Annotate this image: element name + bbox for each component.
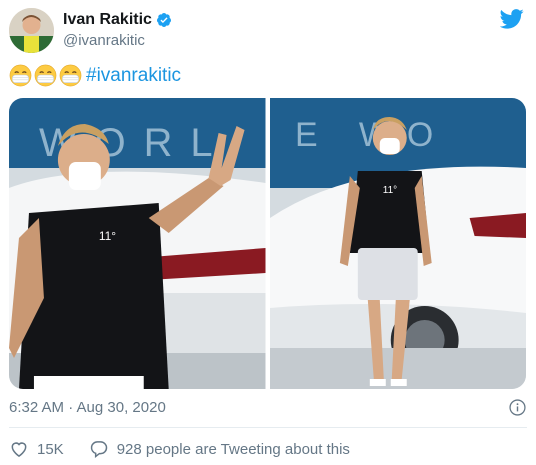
author-name[interactable]: Ivan Rakitic [63, 11, 152, 29]
like-button[interactable]: 15K [9, 439, 64, 459]
author-handle[interactable]: @ivanrakitic [63, 32, 145, 49]
conversation-text: 928 people are Tweeting about this [116, 440, 350, 458]
photo-1-image: WORL 11° [9, 98, 266, 389]
mask-face-emoji-icon [59, 64, 82, 87]
like-count: 15K [37, 440, 64, 458]
svg-text:11°: 11° [99, 229, 116, 243]
hashtag-link[interactable]: #ivanrakitic [86, 65, 181, 87]
twitter-bird-icon[interactable] [500, 9, 524, 29]
svg-text:E WO: E WO [294, 116, 448, 154]
emoji-row [9, 64, 82, 87]
tweet-timestamp[interactable]: 6:32 AM · Aug 30, 2020 [9, 399, 166, 416]
speech-bubble-icon [90, 441, 107, 459]
mask-face-emoji-icon [34, 64, 57, 87]
heart-icon [11, 442, 27, 457]
avatar[interactable] [9, 8, 54, 53]
mask-face-emoji-icon [9, 64, 32, 87]
tweet-photo-1[interactable]: WORL 11° [9, 98, 266, 389]
conversation-link[interactable]: 928 people are Tweeting about this [89, 439, 350, 459]
svg-text:11°: 11° [382, 185, 396, 196]
author-name-row[interactable]: Ivan Rakitic [63, 11, 172, 29]
divider [9, 427, 527, 428]
verified-badge-icon [156, 13, 171, 27]
tweet-media: WORL 11° E WO 11° [9, 98, 526, 389]
tweet-actions: 15K 928 people are Tweeting about this [9, 439, 350, 459]
tweet-photo-2[interactable]: E WO 11° [269, 98, 526, 389]
info-icon[interactable] [509, 399, 526, 416]
tweet-text: #ivanrakitic [9, 64, 181, 87]
photo-2-image: E WO 11° [269, 98, 526, 389]
